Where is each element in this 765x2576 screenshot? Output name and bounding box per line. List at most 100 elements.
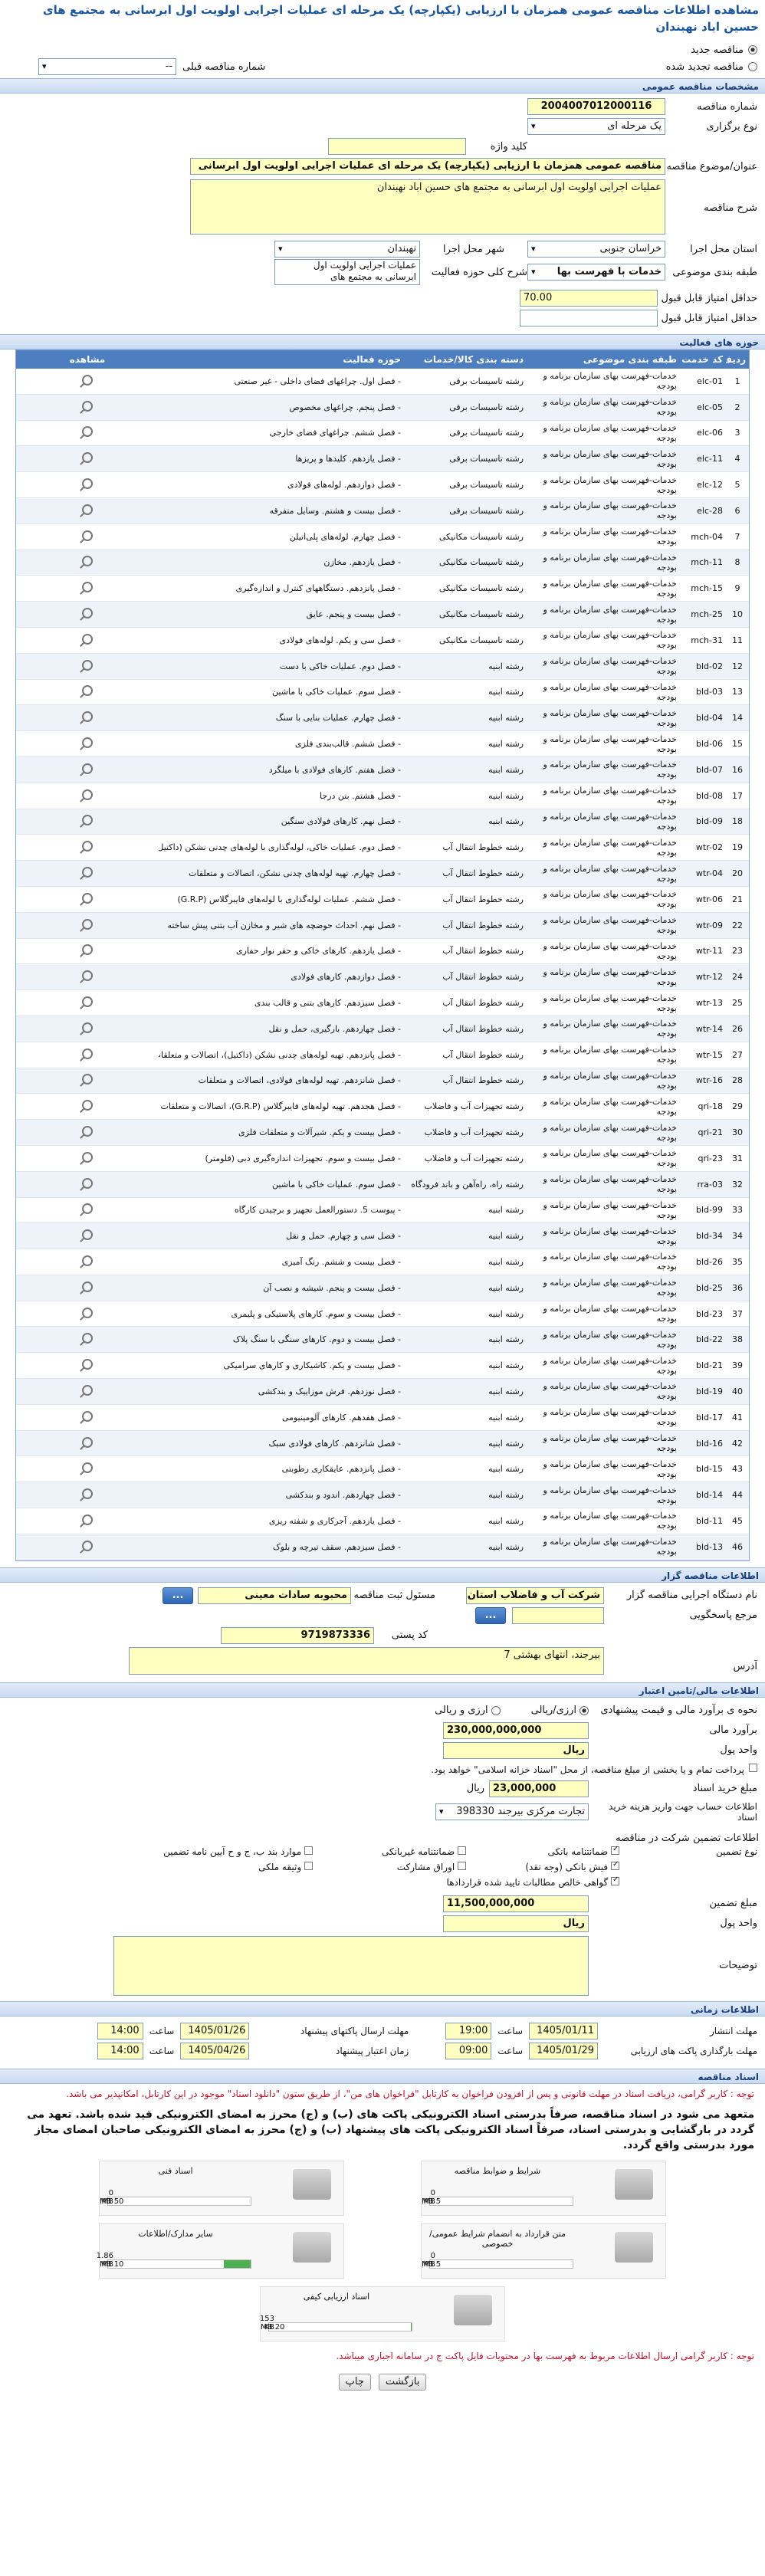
province-select[interactable]: خراسان جنوبی xyxy=(527,241,665,258)
magnifier-icon[interactable] xyxy=(82,1177,93,1189)
magnifier-icon[interactable] xyxy=(82,556,93,567)
row-group: رشته تجهیزات آب و فاضلاب xyxy=(424,1101,524,1112)
area-label: شرح کلی حوزه فعالیت xyxy=(431,266,527,278)
magnifier-icon[interactable] xyxy=(82,1048,93,1059)
radio-rial[interactable] xyxy=(579,1705,589,1715)
print-button[interactable]: چاپ xyxy=(338,2373,371,2391)
magnifier-icon[interactable] xyxy=(82,1410,93,1422)
documents-list: شرایط و ضوابط مناقصه 0 MB 5 MB اسناد فنی 0 M… xyxy=(0,2156,765,2346)
keyword-input[interactable] xyxy=(328,138,466,155)
magnifier-icon[interactable] xyxy=(82,1100,93,1111)
row-area: - فصل بیست و پنجم. عایق xyxy=(306,609,401,620)
holding-type-select[interactable]: یک مرحله ای xyxy=(527,118,665,135)
grid-header: ردیف کد خدمت طبقه بندی موضوعی دسته بندی … xyxy=(16,350,749,369)
magnifier-icon[interactable] xyxy=(82,1203,93,1215)
g-property-checkbox[interactable] xyxy=(304,1861,313,1870)
magnifier-icon[interactable] xyxy=(82,1384,93,1396)
category-select[interactable]: خدمات با فهرست بها xyxy=(527,264,665,281)
magnifier-icon[interactable] xyxy=(82,944,93,956)
table-row: 4 elc-11 خدمات-فهرست بهای سازمان برنامه و … xyxy=(16,446,749,473)
magnifier-icon[interactable] xyxy=(82,1540,93,1551)
service-code: wtr-14 xyxy=(695,1023,723,1034)
magnifier-icon[interactable] xyxy=(82,892,93,904)
registrar-button[interactable]: ... xyxy=(163,1587,193,1604)
row-number: 35 xyxy=(732,1256,743,1267)
magnifier-icon[interactable] xyxy=(82,737,93,749)
magnifier-icon[interactable] xyxy=(82,374,93,386)
g-bank-label: ضمانتنامه بانکی xyxy=(547,1846,609,1857)
row-area: - فصل بیست و سوم. تجهیزات اندازه‌گیری دب… xyxy=(205,1153,401,1163)
document-card[interactable]: سایر مدارک/اطلاعات 1.86 MB 10 MB xyxy=(97,2223,344,2279)
row-group: رشته تاسیسات مکانیکی xyxy=(438,635,524,645)
radio-new[interactable] xyxy=(748,45,757,54)
radio-renew[interactable] xyxy=(748,62,757,71)
document-card[interactable]: اسناد فنی 0 MB 50 MB xyxy=(99,2160,344,2216)
row-area: - فصل پانزدهم. دستگاههای کنترل و اندازه‌… xyxy=(235,583,401,594)
radio-fx[interactable] xyxy=(491,1705,501,1715)
magnifier-icon[interactable] xyxy=(82,530,93,541)
grid-body: 1 elc-01 خدمات-فهرست بهای سازمان برنامه و … xyxy=(16,369,749,1560)
table-row: 10 mch-25 خدمات-فهرست بهای سازمان برنامه و… xyxy=(16,602,749,628)
magnifier-icon[interactable] xyxy=(82,918,93,930)
magnifier-icon[interactable] xyxy=(82,970,93,982)
g-cash-checkbox[interactable] xyxy=(611,1860,619,1870)
magnifier-icon[interactable] xyxy=(82,608,93,619)
prev-tender-select[interactable]: -- xyxy=(38,58,176,75)
document-card[interactable]: متن قرارداد به انضمام شرایط عمومی/خصوصی 0… xyxy=(421,2223,666,2279)
view-cell xyxy=(16,918,159,932)
magnifier-icon[interactable] xyxy=(82,400,93,412)
row-category: خدمات-فهرست بهای سازمان برنامه و بودجه xyxy=(543,993,678,1013)
magnifier-icon[interactable] xyxy=(82,789,93,800)
city-select[interactable]: نهبندان xyxy=(274,241,420,258)
magnifier-icon[interactable] xyxy=(82,582,93,593)
org-name: شرکت آب و فاضلاب استان xyxy=(466,1587,604,1604)
magnifier-icon[interactable] xyxy=(82,1333,93,1344)
table-row: 22 wtr-09 خدمات-فهرست بهای سازمان برنامه و… xyxy=(16,912,749,939)
g-bonds-checkbox[interactable] xyxy=(458,1861,466,1870)
magnifier-icon[interactable] xyxy=(82,478,93,490)
magnifier-icon[interactable] xyxy=(82,1022,93,1033)
document-name: اسناد ارزیابی کیفی xyxy=(303,2291,370,2302)
magnifier-icon[interactable] xyxy=(82,1307,93,1318)
treasury-checkbox[interactable] xyxy=(749,1763,757,1772)
g-bank-checkbox[interactable] xyxy=(611,1845,619,1855)
desc-textarea[interactable]: عملیات اجرایی اولویت اول ابرسانی به مجتم… xyxy=(190,179,665,235)
g-nonbank-checkbox[interactable] xyxy=(458,1846,466,1855)
ref-button[interactable]: ... xyxy=(475,1606,506,1624)
magnifier-icon[interactable] xyxy=(82,685,93,697)
magnifier-icon[interactable] xyxy=(82,867,93,878)
magnifier-icon[interactable] xyxy=(82,815,93,826)
magnifier-icon[interactable] xyxy=(82,841,93,852)
magnifier-icon[interactable] xyxy=(82,1281,93,1292)
document-card[interactable]: اسناد ارزیابی کیفی 153 KB 20 MB xyxy=(260,2286,505,2341)
magnifier-icon[interactable] xyxy=(82,633,93,645)
service-code: mch-11 xyxy=(691,557,723,568)
row-category: خدمات-فهرست بهای سازمان برنامه و بودجه xyxy=(543,1199,678,1220)
magnifier-icon[interactable] xyxy=(82,426,93,438)
magnifier-icon[interactable] xyxy=(82,711,93,723)
magnifier-icon[interactable] xyxy=(82,1126,93,1137)
magnifier-icon[interactable] xyxy=(82,1151,93,1163)
magnifier-icon[interactable] xyxy=(82,1488,93,1500)
subject-input[interactable]: مناقصه عمومی همزمان با ارزیابی (یکپارچه)… xyxy=(190,158,665,175)
magnifier-icon[interactable] xyxy=(82,1436,93,1448)
magnifier-icon[interactable] xyxy=(82,1229,93,1241)
magnifier-icon[interactable] xyxy=(82,1255,93,1266)
magnifier-icon[interactable] xyxy=(82,1514,93,1525)
magnifier-icon[interactable] xyxy=(82,1462,93,1474)
magnifier-icon[interactable] xyxy=(82,1359,93,1370)
table-row: 7 mch-04 خدمات-فهرست بهای سازمان برنامه و … xyxy=(16,524,749,550)
table-row: 30 qri-21 خدمات-فهرست بهای سازمان برنامه و… xyxy=(16,1120,749,1146)
document-card[interactable]: شرایط و ضوابط مناقصه 0 MB 5 MB xyxy=(421,2160,666,2216)
g-claims-checkbox[interactable] xyxy=(611,1875,619,1885)
magnifier-icon[interactable] xyxy=(82,504,93,515)
magnifier-icon[interactable] xyxy=(82,763,93,774)
account-select[interactable]: تجارت مرکزی بیرجند 398330 xyxy=(435,1803,589,1820)
back-button[interactable]: بازگشت xyxy=(378,2373,427,2391)
magnifier-icon[interactable] xyxy=(82,996,93,1008)
magnifier-icon[interactable] xyxy=(82,659,93,671)
g-other-checkbox[interactable] xyxy=(304,1846,313,1855)
magnifier-icon[interactable] xyxy=(82,452,93,464)
area-list[interactable]: عملیات اجرایی اولویت اول ابرسانی به مجتمع… xyxy=(274,259,420,285)
magnifier-icon[interactable] xyxy=(82,1074,93,1085)
